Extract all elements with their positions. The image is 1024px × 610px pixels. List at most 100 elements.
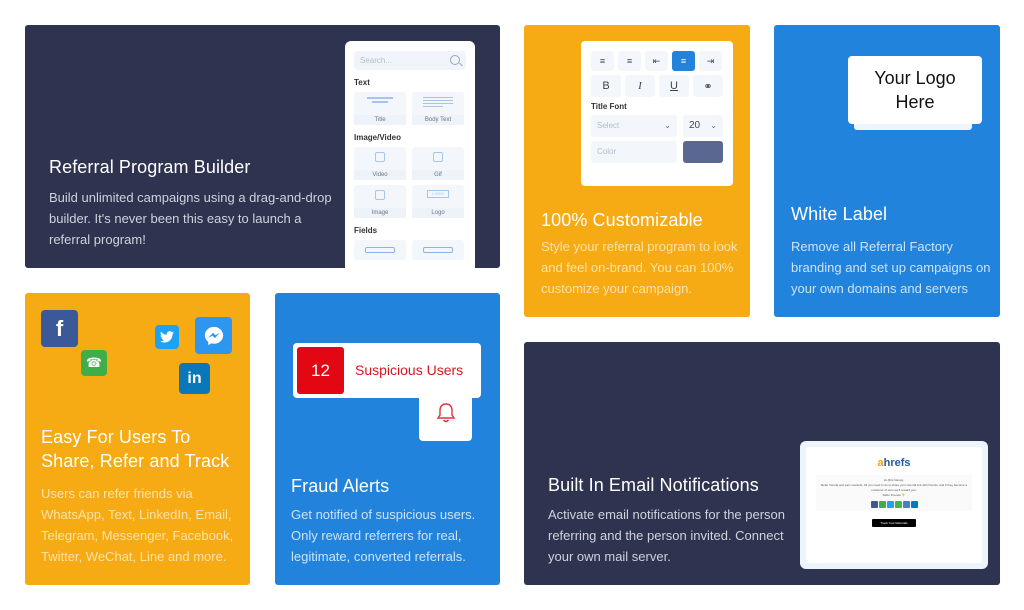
- twitter-icon: [155, 325, 179, 349]
- title-glyph-icon: [367, 97, 393, 105]
- tile-body-text-label: Body Text: [412, 115, 464, 125]
- tile-title[interactable]: Title: [354, 92, 406, 125]
- video-icon: [375, 152, 385, 162]
- email-icon[interactable]: [902, 501, 910, 508]
- tile-logo-label: Logo: [412, 208, 464, 218]
- card-title: Referral Program Builder: [49, 157, 251, 177]
- card-title: Fraud Alerts: [291, 476, 390, 496]
- italic-icon: I: [638, 80, 642, 92]
- email-notifications-card: ahrefs Hi {first Name}, Refer friends an…: [524, 342, 1000, 585]
- facebook-icon[interactable]: [870, 501, 878, 508]
- title-font-label: Title Font: [591, 102, 627, 111]
- chevron-down-icon: ⌄: [664, 121, 671, 130]
- tile-dropdown-field[interactable]: [412, 240, 464, 260]
- style-panel: ≡ ≡ ⇤ ≡ ⇥ B I U ⚭ Title Font Select ⌄ 20…: [581, 41, 733, 186]
- align-left-button[interactable]: ≡: [591, 51, 614, 71]
- font-select[interactable]: Select ⌄: [591, 115, 677, 137]
- linkedin-icon[interactable]: [910, 501, 918, 508]
- tile-video[interactable]: Video: [354, 147, 406, 180]
- email-refer-label: Refer Friends 👇: [882, 493, 906, 497]
- card-description: Users can refer friends via WhatsApp, Te…: [41, 486, 234, 564]
- align-left-short-icon: ⇤: [652, 55, 661, 66]
- tile-video-label: Video: [354, 170, 406, 180]
- builder-search-input[interactable]: Search...: [354, 51, 466, 70]
- font-size-select[interactable]: 20 ⌄: [683, 115, 723, 137]
- tile-logo[interactable]: LOGO Logo: [412, 185, 464, 218]
- tile-title-label: Title: [354, 115, 406, 125]
- tile-image[interactable]: Image: [354, 185, 406, 218]
- sms-icon[interactable]: [894, 501, 902, 508]
- tile-body-text[interactable]: Body Text: [412, 92, 464, 125]
- align-center-icon: ≡: [680, 56, 687, 66]
- tile-gif-label: Gif: [412, 170, 464, 180]
- card-description: Remove all Referral Factory branding and…: [791, 239, 991, 296]
- dropdown-field-icon: [423, 247, 453, 253]
- input-field-icon: [365, 247, 395, 253]
- align-center-button[interactable]: ≡: [672, 51, 695, 71]
- image-icon: [375, 190, 385, 200]
- section-fields-label: Fields: [354, 226, 378, 235]
- alignment-toolbar: ≡ ≡ ⇤ ≡ ⇥: [591, 51, 723, 71]
- align-right-icon: ⇥: [706, 55, 715, 66]
- share-card: f ☎ in Easy For Users To Share, Refer an…: [25, 293, 250, 585]
- logo-placeholder-line1: Your Logo: [874, 68, 956, 88]
- linkedin-icon: in: [179, 363, 210, 394]
- color-input[interactable]: Color: [591, 141, 677, 163]
- card-title: 100% Customizable: [541, 210, 703, 230]
- tile-image-label: Image: [354, 208, 406, 218]
- search-icon: [450, 55, 460, 65]
- color-placeholder: Color: [597, 147, 617, 156]
- email-brand-logo: ahrefs: [806, 447, 982, 469]
- font-select-placeholder: Select: [597, 121, 620, 130]
- whatsapp-icon[interactable]: [878, 501, 886, 508]
- chevron-down-icon: ⌄: [710, 121, 717, 130]
- customizable-card: ≡ ≡ ⇤ ≡ ⇥ B I U ⚭ Title Font Select ⌄ 20…: [524, 25, 750, 317]
- tile-gif[interactable]: Gif: [412, 147, 464, 180]
- section-text-label: Text: [354, 78, 370, 87]
- logo-placeholder: Your Logo Here: [848, 56, 982, 124]
- card-description: Activate email notifications for the per…: [548, 507, 786, 564]
- email-body: Hi {first Name}, Refer friends and earn …: [816, 475, 972, 511]
- whatsapp-icon: ☎: [81, 350, 107, 376]
- justify-button[interactable]: ≡: [618, 51, 641, 71]
- card-description: Build unlimited campaigns using a drag-a…: [49, 190, 332, 247]
- card-title: White Label: [791, 204, 888, 224]
- tile-input-field[interactable]: [354, 240, 406, 260]
- referral-builder-card: Search... Text Title Body Text Image/Vid…: [25, 25, 500, 268]
- underline-button[interactable]: U: [659, 75, 689, 97]
- color-swatch[interactable]: [683, 141, 723, 163]
- format-toolbar: B I U ⚭: [591, 75, 723, 97]
- link-button[interactable]: ⚭: [693, 75, 723, 97]
- notification-bell: [419, 385, 472, 441]
- messenger-icon: [195, 317, 232, 354]
- align-left-short-button[interactable]: ⇤: [645, 51, 668, 71]
- link-icon: ⚭: [703, 80, 713, 93]
- email-body-text: Refer friends and earn rewards. All you …: [820, 483, 968, 492]
- justify-icon: ≡: [626, 56, 633, 66]
- twitter-icon[interactable]: [886, 501, 894, 508]
- bold-button[interactable]: B: [591, 75, 621, 97]
- italic-button[interactable]: I: [625, 75, 655, 97]
- underline-icon: U: [670, 80, 678, 92]
- section-image-video-label: Image/Video: [354, 133, 401, 142]
- suspicious-count-badge: 12: [297, 347, 344, 394]
- gif-icon: [433, 152, 443, 162]
- card-title: Easy For Users To Share, Refer and Track: [41, 427, 230, 471]
- align-right-button[interactable]: ⇥: [699, 51, 722, 71]
- email-preview: ahrefs Hi {first Name}, Refer friends an…: [800, 441, 988, 569]
- card-title: Built In Email Notifications: [548, 475, 759, 495]
- font-size-value: 20: [689, 120, 701, 131]
- body-text-glyph-icon: [423, 97, 453, 109]
- card-description: Style your referral program to look and …: [541, 239, 738, 296]
- bold-icon: B: [602, 80, 610, 92]
- email-share-icons: [820, 501, 968, 508]
- facebook-icon: f: [41, 310, 78, 347]
- track-referrals-button[interactable]: Track Your Referrals: [872, 519, 916, 527]
- align-left-icon: ≡: [599, 56, 606, 66]
- logo-placeholder-line2: Here: [895, 92, 935, 112]
- logo-glyph-icon: LOGO: [427, 190, 449, 198]
- fraud-alerts-card: 12 Suspicious Users Fraud Alerts Get not…: [275, 293, 500, 585]
- card-description: Get notified of suspicious users. Only r…: [291, 507, 476, 564]
- white-label-card: Your Logo Here White Label Remove all Re…: [774, 25, 1000, 317]
- builder-panel: Search... Text Title Body Text Image/Vid…: [345, 41, 475, 268]
